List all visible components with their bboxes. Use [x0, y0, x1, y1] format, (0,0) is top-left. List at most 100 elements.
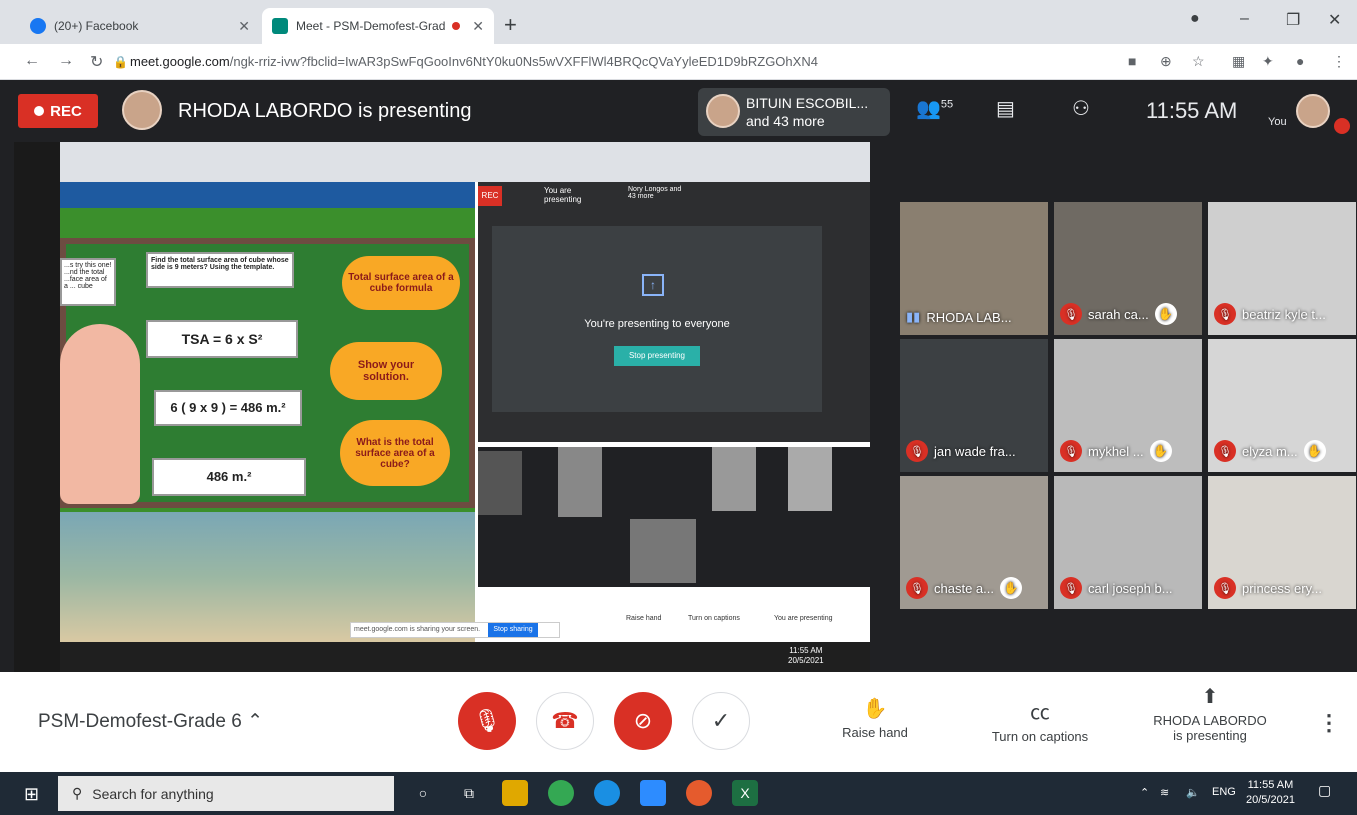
network-icon[interactable]: ≋ — [1160, 786, 1169, 799]
captions-button[interactable]: ㏄ Turn on captions — [976, 696, 1104, 744]
stop-present-check-button[interactable]: ✓ — [692, 692, 750, 750]
zoom-app-icon[interactable] — [640, 780, 666, 806]
search-placeholder: Search for anything — [92, 785, 214, 802]
camera-toggle-button[interactable]: ⊘ — [614, 692, 672, 750]
edge-icon[interactable] — [594, 780, 620, 806]
notifications-icon[interactable]: ▢ — [1318, 782, 1331, 799]
raised-hand-icon: ✋ — [1149, 440, 1172, 462]
participant-tile[interactable]: 🎙 chaste a... ✋ — [900, 476, 1048, 609]
formula-cloud: Total surface area of a cube formula — [342, 256, 460, 310]
formula-step: TSA = 6 x S² — [146, 320, 298, 358]
participant-name-row: 🎙 sarah ca... ✋ — [1060, 303, 1177, 325]
account-avatar-icon[interactable]: ● — [1296, 53, 1304, 69]
participant-tile[interactable]: 🎙 carl joseph b... — [1054, 476, 1202, 609]
meeting-details-button[interactable]: PSM-Demofest-Grade 6 ⌃ — [38, 710, 263, 733]
participant-tile[interactable]: 🎙 elyza m... ✋ — [1208, 339, 1356, 472]
participant-name: carl joseph b... — [1088, 580, 1173, 596]
captions-label: Turn on captions — [991, 729, 1089, 744]
raised-hand-icon: ✋ — [1154, 303, 1177, 325]
maximize-button[interactable]: ❐ — [1286, 10, 1300, 30]
participant-name-row: 🎙 princess ery... — [1214, 577, 1322, 599]
taskbar-date: 20/5/2021 — [1246, 794, 1295, 806]
mic-toggle-button[interactable]: 🎙 — [458, 692, 516, 750]
raised-hand-icon: ✋ — [1303, 440, 1326, 462]
taskbar-time: 11:55 AM — [1247, 779, 1294, 791]
participant-tile[interactable]: 🎙 princess ery... — [1208, 476, 1356, 609]
file-explorer-icon[interactable] — [502, 780, 528, 806]
tab-meet[interactable]: Meet - PSM-Demofest-Grad ✕ — [262, 8, 494, 44]
checkmark-icon: ✓ — [711, 708, 731, 733]
nested-tile — [558, 447, 602, 517]
present-screen-icon: ⬆ — [1201, 686, 1219, 708]
back-icon[interactable]: ← — [24, 52, 40, 70]
window-close-button[interactable]: ✕ — [1328, 10, 1341, 30]
hang-up-icon: ☎ — [551, 708, 579, 733]
nested-you-presenting[interactable]: You are presenting — [774, 615, 833, 622]
url-field[interactable]: meet.google.com/ngk-rriz-ivw?fbclid=IwAR… — [130, 54, 818, 69]
profile-icon[interactable]: ● — [1190, 10, 1200, 28]
stop-sharing-button[interactable]: Stop sharing — [488, 623, 538, 637]
reload-icon[interactable]: ↻ — [90, 52, 103, 72]
close-icon[interactable]: ✕ — [238, 18, 250, 35]
taskbar-search[interactable]: ⚲ Search for anything — [58, 776, 394, 811]
stop-presenting-button[interactable]: Stop presenting — [614, 346, 700, 366]
participant-tile[interactable]: 🎙 sarah ca... ✋ — [1054, 202, 1202, 335]
participant-tile[interactable]: 🎙 beatriz kyle t... — [1208, 202, 1356, 335]
cortana-icon[interactable]: ○ — [410, 780, 436, 806]
camera-off-icon: ⊘ — [633, 708, 653, 733]
nested-participant-grid — [478, 447, 870, 587]
inner-time: 11:55 AM — [789, 646, 823, 655]
taskbar-clock[interactable]: 11:55 AM 20/5/2021 — [1246, 778, 1295, 808]
activities-button[interactable]: ⚇ — [1072, 96, 1090, 121]
participant-name: RHODA LAB... — [926, 309, 1012, 325]
windows-start-icon[interactable]: ⊞ — [24, 784, 39, 805]
participant-tile[interactable]: ▮▮ RHODA LAB... — [900, 202, 1048, 335]
close-icon[interactable]: ✕ — [472, 18, 484, 35]
tab-facebook[interactable]: (20+) Facebook ✕ — [20, 8, 260, 44]
forward-icon[interactable]: → — [58, 52, 74, 70]
google-meet-icon — [272, 18, 288, 34]
chrome-icon[interactable] — [548, 780, 574, 806]
tray-chevron-icon[interactable]: ⌃ — [1140, 786, 1149, 799]
chip-line1: BITUIN ESCOBIL... — [746, 95, 869, 111]
excel-icon[interactable]: X — [732, 780, 758, 806]
participant-tile[interactable]: 🎙 jan wade fra... — [900, 339, 1048, 472]
presenting-button[interactable]: ⬆ RHODA LABORDO is presenting — [1140, 684, 1280, 743]
volume-icon[interactable]: 🔈 — [1186, 786, 1200, 799]
shared-screen: ...s try this one! ...nd the total ...fa… — [14, 142, 870, 672]
people-icon: 👥 — [916, 98, 941, 120]
nested-raise-hand[interactable]: Raise hand — [626, 615, 661, 622]
mic-off-icon: 🎙 — [906, 440, 928, 462]
nested-participants: Nory Longos and 43 more — [628, 186, 682, 200]
participant-grid: ▮▮ RHODA LAB... 🎙 sarah ca... ✋ 🎙 beatriz kyle… — [900, 202, 1356, 609]
activities-icon: ⚇ — [1072, 98, 1090, 120]
meet-control-bar: PSM-Demofest-Grade 6 ⌃ 🎙 ☎ ⊘ ✓ ✋ Raise ha… — [0, 672, 1357, 772]
people-button[interactable]: 👥55 — [916, 96, 953, 121]
more-options-icon[interactable]: ⋮ — [1318, 710, 1340, 736]
nested-captions[interactable]: Turn on captions — [688, 615, 740, 622]
presenting-line1: RHODA LABORDO — [1153, 713, 1267, 728]
bookmark-star-icon[interactable]: ☆ — [1192, 53, 1205, 70]
camera-indicator-icon[interactable]: ■ — [1128, 53, 1136, 69]
nested-tile — [630, 519, 696, 583]
recording-indicator-icon — [452, 22, 461, 30]
raise-hand-button[interactable]: ✋ Raise hand — [826, 696, 924, 740]
mic-off-icon: 🎙 — [1060, 440, 1082, 462]
pinned-participants-chip[interactable]: BITUIN ESCOBIL... and 43 more — [698, 88, 890, 136]
puzzle-icon[interactable]: ✦ — [1262, 53, 1274, 70]
minimize-button[interactable]: – — [1240, 10, 1249, 28]
zoom-icon[interactable]: ⊕ — [1160, 53, 1172, 70]
inner-browser-bar — [60, 142, 870, 182]
avatar — [706, 94, 740, 128]
menu-kebab-icon[interactable]: ⋮ — [1332, 53, 1346, 70]
chat-button[interactable]: ▤ — [996, 96, 1015, 121]
task-view-icon[interactable]: ⧉ — [456, 780, 482, 806]
url-host: meet.google.com — [130, 54, 230, 69]
new-tab-button[interactable]: + — [504, 12, 517, 38]
participant-tile[interactable]: 🎙 mykhel ... ✋ — [1054, 339, 1202, 472]
tab-title: (20+) Facebook — [54, 19, 139, 33]
language-indicator[interactable]: ENG — [1212, 786, 1236, 798]
leave-call-button[interactable]: ☎ — [536, 692, 594, 750]
firefox-icon[interactable] — [686, 780, 712, 806]
extension-icon[interactable]: ▦ — [1232, 53, 1245, 70]
